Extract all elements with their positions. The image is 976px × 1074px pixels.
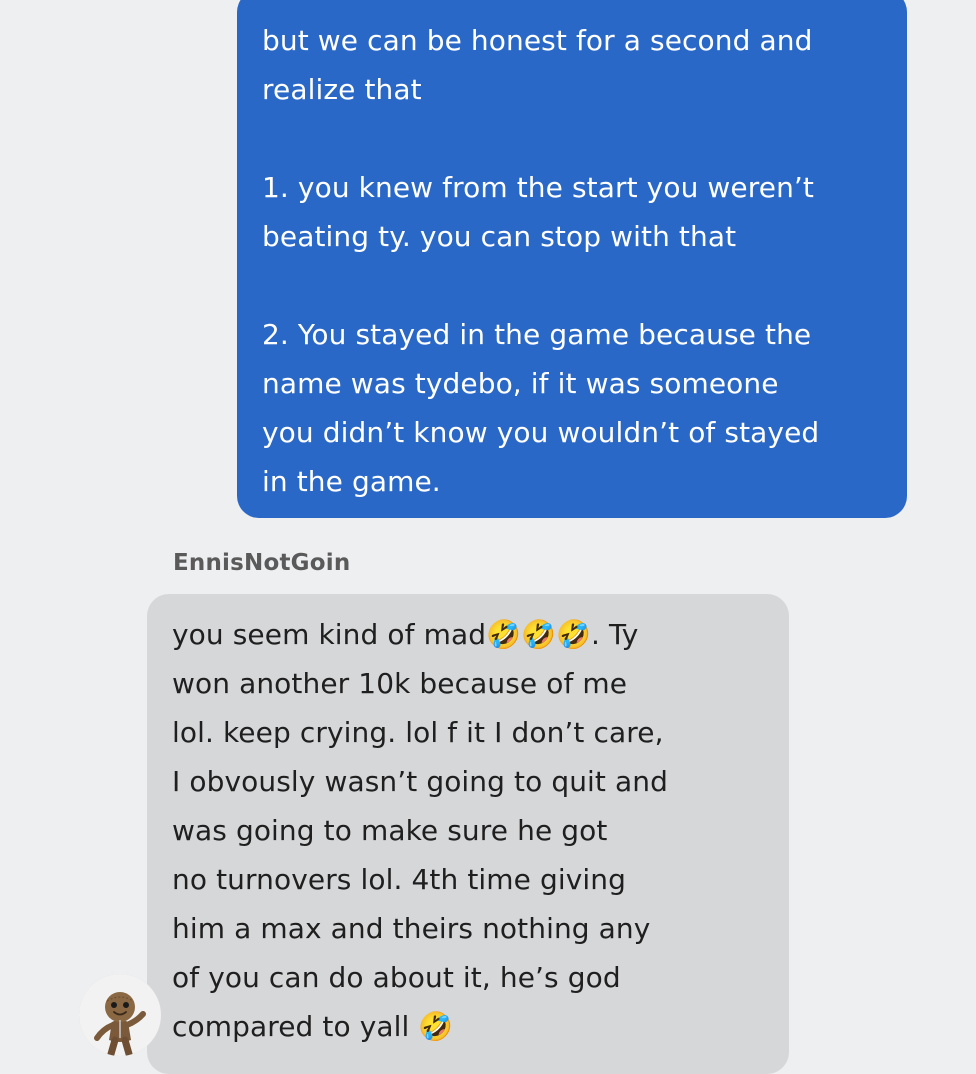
sackboy-avatar-icon [79,974,161,1056]
outgoing-message-paragraph-3: 2. You stayed in the game because the na… [262,318,820,498]
sender-avatar[interactable] [79,974,161,1056]
message-thread: but we can be honest for a second and re… [0,0,976,1074]
sender-name[interactable]: EnnisNotGoin [173,550,350,576]
incoming-message-bubble[interactable]: you seem kind of mad🤣🤣🤣. Ty won another … [147,594,789,1074]
outgoing-message-paragraph-1: but we can be honest for a second and re… [262,24,813,106]
outgoing-message-bubble[interactable]: but we can be honest for a second and re… [237,0,907,518]
incoming-message-text: you seem kind of mad🤣🤣🤣. Ty won another … [172,618,668,1043]
outgoing-message-paragraph-2: 1. you knew from the start you weren’t b… [262,171,815,253]
